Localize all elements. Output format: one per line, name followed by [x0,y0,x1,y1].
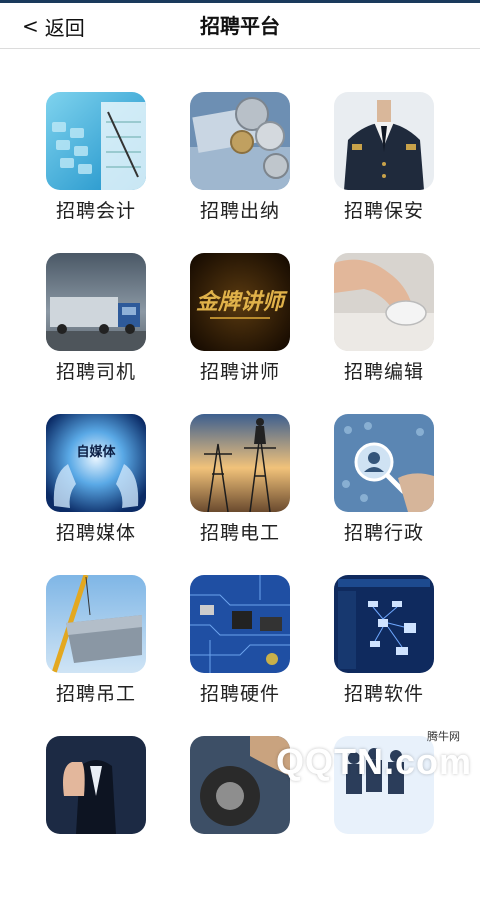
tile-label: 招聘司机 [55,361,136,383]
tile-label: 招聘软件 [343,683,424,705]
tile-label: 招聘编辑 [343,361,424,383]
security-guard-icon [334,92,434,190]
calculator-icon [46,92,146,190]
tile-admin[interactable]: 招聘行政 [312,414,456,575]
tile-label: 招聘吊工 [55,683,136,705]
circuit-board-icon [190,575,290,673]
truck-icon [46,253,146,351]
tile-lecturer[interactable]: 金牌讲师 招聘讲师 [168,253,312,414]
tile-electrician[interactable]: 招聘电工 [168,414,312,575]
tile-security[interactable]: 招聘保安 [312,92,456,253]
tile-editor[interactable]: 招聘编辑 [312,253,456,414]
mouse-hand-icon [334,253,434,351]
software-diagram-icon [334,575,434,673]
app-header: < 返回 招聘平台 [0,3,480,49]
tile-media[interactable]: 自媒体 招聘媒体 [24,414,168,575]
tile-label: 招聘媒体 [55,522,136,544]
tile-label: 招聘硬件 [199,683,280,705]
crane-icon [46,575,146,673]
tile-label: 招聘会计 [55,200,136,222]
tile-label: 招聘电工 [199,522,280,544]
watermark-small-text: 腾牛网 [427,730,460,743]
tile-label: 招聘保安 [343,200,424,222]
lecturer-overlay-text: 金牌讲师 [196,289,288,315]
tile-cashier[interactable]: 招聘出纳 [168,92,312,253]
tile-label: 招聘讲师 [199,361,280,383]
lecturer-icon: 金牌讲师 [190,253,290,351]
tile-partial-1[interactable] [24,736,168,897]
tile-label: 招聘行政 [343,522,424,544]
media-hands-icon: 自媒体 [46,414,146,512]
watermark-brand: QQTN.com [275,741,472,782]
tile-crane[interactable]: 招聘吊工 [24,575,168,736]
business-hand-icon [46,736,146,834]
network-people-icon [334,414,434,512]
tile-hardware[interactable]: 招聘硬件 [168,575,312,736]
tile-software[interactable]: 招聘软件 [312,575,456,736]
page-title: 招聘平台 [200,14,280,38]
power-tower-icon [190,414,290,512]
coins-icon [190,92,290,190]
tile-accountant[interactable]: 招聘会计 [24,92,168,253]
media-overlay-text: 自媒体 [76,444,116,460]
tile-driver[interactable]: 招聘司机 [24,253,168,414]
site-watermark: 腾牛网 QQTN.com [262,730,472,792]
tile-label: 招聘出纳 [199,200,280,222]
